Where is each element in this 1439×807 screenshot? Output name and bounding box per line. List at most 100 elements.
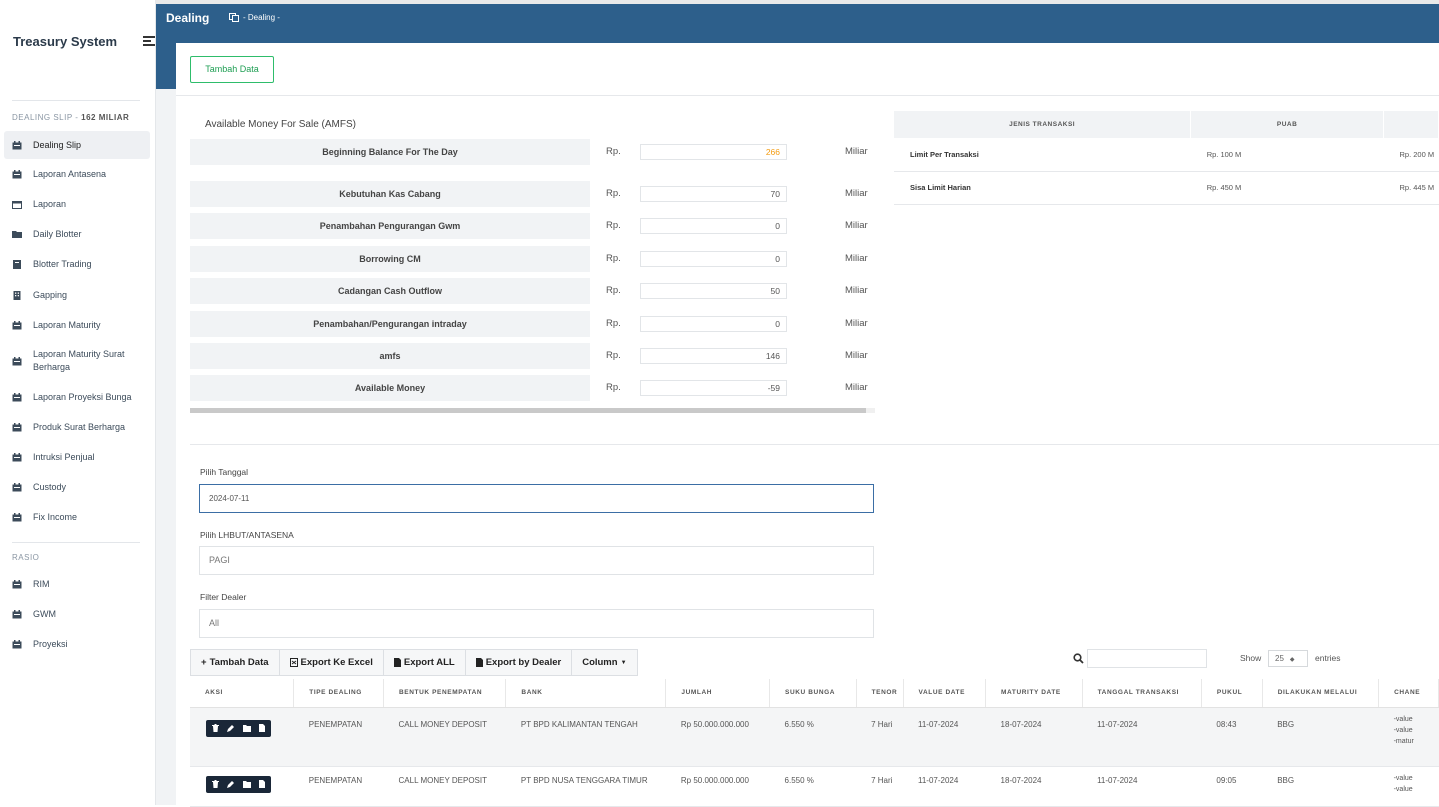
- menu-toggle-icon[interactable]: [143, 36, 155, 46]
- currency-label: Rp.: [606, 220, 621, 231]
- column-header-dilakukan-melalui[interactable]: DILAKUKAN MELALUI: [1262, 679, 1380, 708]
- sidebar-item-laporan-proyeksi-bunga[interactable]: Laporan Proyeksi Bunga: [4, 384, 150, 410]
- column-header-pukul[interactable]: PUKUL: [1201, 679, 1263, 708]
- tambah-data-button[interactable]: Tambah Data: [190, 56, 274, 83]
- currency-label: Rp.: [606, 285, 621, 296]
- sidebar-item-fix-income[interactable]: Fix Income: [4, 504, 150, 530]
- pencil-icon[interactable]: [227, 780, 235, 788]
- pukul-cell: 08:43: [1201, 707, 1263, 767]
- sidebar-item-label: RIM: [33, 578, 50, 589]
- column-header-maturity-date[interactable]: MATURITY DATE: [985, 679, 1083, 708]
- amfs-value-input[interactable]: 50: [640, 283, 787, 299]
- unit-label: Miliar: [845, 285, 868, 296]
- search-input[interactable]: [1087, 649, 1207, 668]
- column-header-bentuk-penempatan[interactable]: BENTUK PENEMPATAN: [383, 679, 507, 708]
- sidebar-item-rim[interactable]: RIM: [4, 571, 150, 597]
- horizontal-scrollbar[interactable]: [190, 408, 875, 413]
- sidebar-item-gwm[interactable]: GWM: [4, 601, 150, 627]
- currency-label: Rp.: [606, 253, 621, 264]
- amfs-value-input[interactable]: 0: [640, 218, 787, 234]
- calendar-icon: [12, 140, 22, 149]
- content-gutter: [156, 89, 176, 805]
- column-header-tanggal-transaksi[interactable]: TANGGAL TRANSAKSI: [1082, 679, 1202, 708]
- change-line: -value: [1393, 726, 1413, 734]
- bentuk-cell: CALL MONEY DEPOSIT: [383, 707, 506, 767]
- page-title: Dealing: [166, 11, 210, 25]
- sidebar-item-intruksi-penjual[interactable]: Intruksi Penjual: [4, 444, 150, 470]
- table-row: Limit Per Transaksi Rp. 100 M Rp. 200 M: [894, 138, 1439, 172]
- value-date-cell: 11-07-2024: [903, 707, 986, 767]
- folder-icon[interactable]: [243, 780, 251, 788]
- tanggal-input[interactable]: 2024-07-11: [199, 484, 874, 513]
- amfs-label: Penambahan Pengurangan Gwm: [190, 213, 590, 239]
- table-row[interactable]: PENEMPATAN CALL MONEY DEPOSIT PT BPD KAL…: [190, 707, 1439, 767]
- sidebar-item-produk-surat-berharga[interactable]: Produk Surat Berharga: [4, 414, 150, 440]
- trash-icon[interactable]: [212, 780, 219, 788]
- limit-header-jenis: JENIS TRANSAKSI: [894, 111, 1192, 138]
- export-dealer-button[interactable]: Export by Dealer: [464, 649, 573, 676]
- sidebar-item-laporan-antasena[interactable]: Laporan Antasena: [4, 161, 150, 187]
- export-excel-button[interactable]: Export Ke Excel: [278, 649, 384, 676]
- limit-puab: Rp. 100 M: [1190, 138, 1384, 172]
- column-header-aksi[interactable]: AKSI: [190, 679, 295, 708]
- scrollbar-thumb[interactable]: [190, 408, 866, 413]
- amfs-value-input[interactable]: 70: [640, 186, 787, 202]
- sidebar-item-gapping[interactable]: Gapping: [4, 282, 150, 308]
- folder-icon[interactable]: [243, 724, 251, 732]
- column-header-jumlah[interactable]: JUMLAH: [665, 679, 771, 708]
- column-header-chane[interactable]: CHANE: [1378, 679, 1439, 708]
- maturity-cell: 18-07-2024: [985, 707, 1083, 767]
- bank-cell: PT BPD KALIMANTAN TENGAH: [505, 707, 666, 767]
- header-extension: [156, 43, 176, 89]
- limit-puab: Rp. 450 M: [1190, 171, 1384, 205]
- column-header-bank[interactable]: BANK: [505, 679, 667, 708]
- pencil-icon[interactable]: [227, 724, 235, 732]
- currency-label: Rp.: [606, 188, 621, 199]
- amfs-label: amfs: [190, 343, 590, 369]
- sidebar-item-label: Dealing Slip: [33, 139, 82, 150]
- amfs-value-input[interactable]: 0: [640, 251, 787, 267]
- entries-select[interactable]: 25 ◆: [1268, 650, 1308, 667]
- caret-down-icon: ▼: [620, 659, 627, 666]
- bank-cell: PT BPD NUSA TENGGARA TIMUR: [505, 766, 666, 807]
- table-row[interactable]: PENEMPATAN CALL MONEY DEPOSIT PT BPD NUS…: [190, 766, 1439, 807]
- column-header-tenor[interactable]: TENOR: [856, 679, 904, 708]
- amfs-value-input[interactable]: 0: [640, 316, 787, 332]
- sidebar-item-custody[interactable]: Custody: [4, 474, 150, 500]
- file-icon[interactable]: [259, 724, 265, 732]
- column-header-suku-bunga[interactable]: SUKU BUNGA: [769, 679, 857, 708]
- sidebar-item-laporan-maturity[interactable]: Laporan Maturity: [4, 312, 150, 338]
- amfs-value-input[interactable]: 266: [640, 144, 787, 160]
- sidebar-item-dealing-slip[interactable]: Dealing Slip: [4, 131, 150, 159]
- limit-jenis: Limit Per Transaksi: [894, 138, 1191, 172]
- dealer-select[interactable]: All: [199, 609, 874, 638]
- column-header-value-date[interactable]: VALUE DATE: [903, 679, 987, 708]
- lhbut-select[interactable]: PAGI: [199, 546, 874, 575]
- sidebar-item-proyeksi[interactable]: Proyeksi: [4, 631, 150, 657]
- sidebar-item-laporan-maturity-surat-berharga[interactable]: Laporan Maturity Surat Berharga: [4, 344, 150, 378]
- amfs-value-input[interactable]: 146: [640, 348, 787, 364]
- file-icon[interactable]: [259, 780, 265, 788]
- export-all-button[interactable]: Export ALL: [382, 649, 466, 676]
- action-buttons: [206, 719, 271, 737]
- amfs-title: Available Money For Sale (AMFS): [205, 119, 356, 130]
- column-dropdown-button[interactable]: Column ▼: [571, 649, 638, 676]
- amfs-value-input[interactable]: -59: [640, 380, 787, 396]
- show-label: Show: [1240, 653, 1262, 663]
- column-header-tipe-dealing[interactable]: TIPE DEALING: [293, 679, 385, 708]
- file-icon: [393, 658, 401, 667]
- currency-label: Rp.: [606, 350, 621, 361]
- sidebar-item-label: Fix Income: [33, 511, 78, 522]
- trash-icon[interactable]: [212, 724, 219, 732]
- maturity-cell: 18-07-2024: [985, 766, 1083, 807]
- plus-icon: +: [201, 657, 207, 668]
- melalui-cell: BBG: [1262, 766, 1379, 807]
- tambah-data-table-button[interactable]: + Tambah Data: [190, 649, 280, 676]
- sidebar-item-blotter-trading[interactable]: Blotter Trading: [4, 251, 150, 277]
- calendar-icon: [12, 482, 22, 491]
- tipe-cell: PENEMPATAN: [293, 707, 384, 767]
- sidebar-item-laporan[interactable]: Laporan: [4, 191, 150, 217]
- tanggal-cell: 11-07-2024: [1082, 707, 1202, 767]
- app-brand: Treasury System: [13, 34, 118, 49]
- sidebar-item-daily-blotter[interactable]: Daily Blotter: [4, 221, 150, 247]
